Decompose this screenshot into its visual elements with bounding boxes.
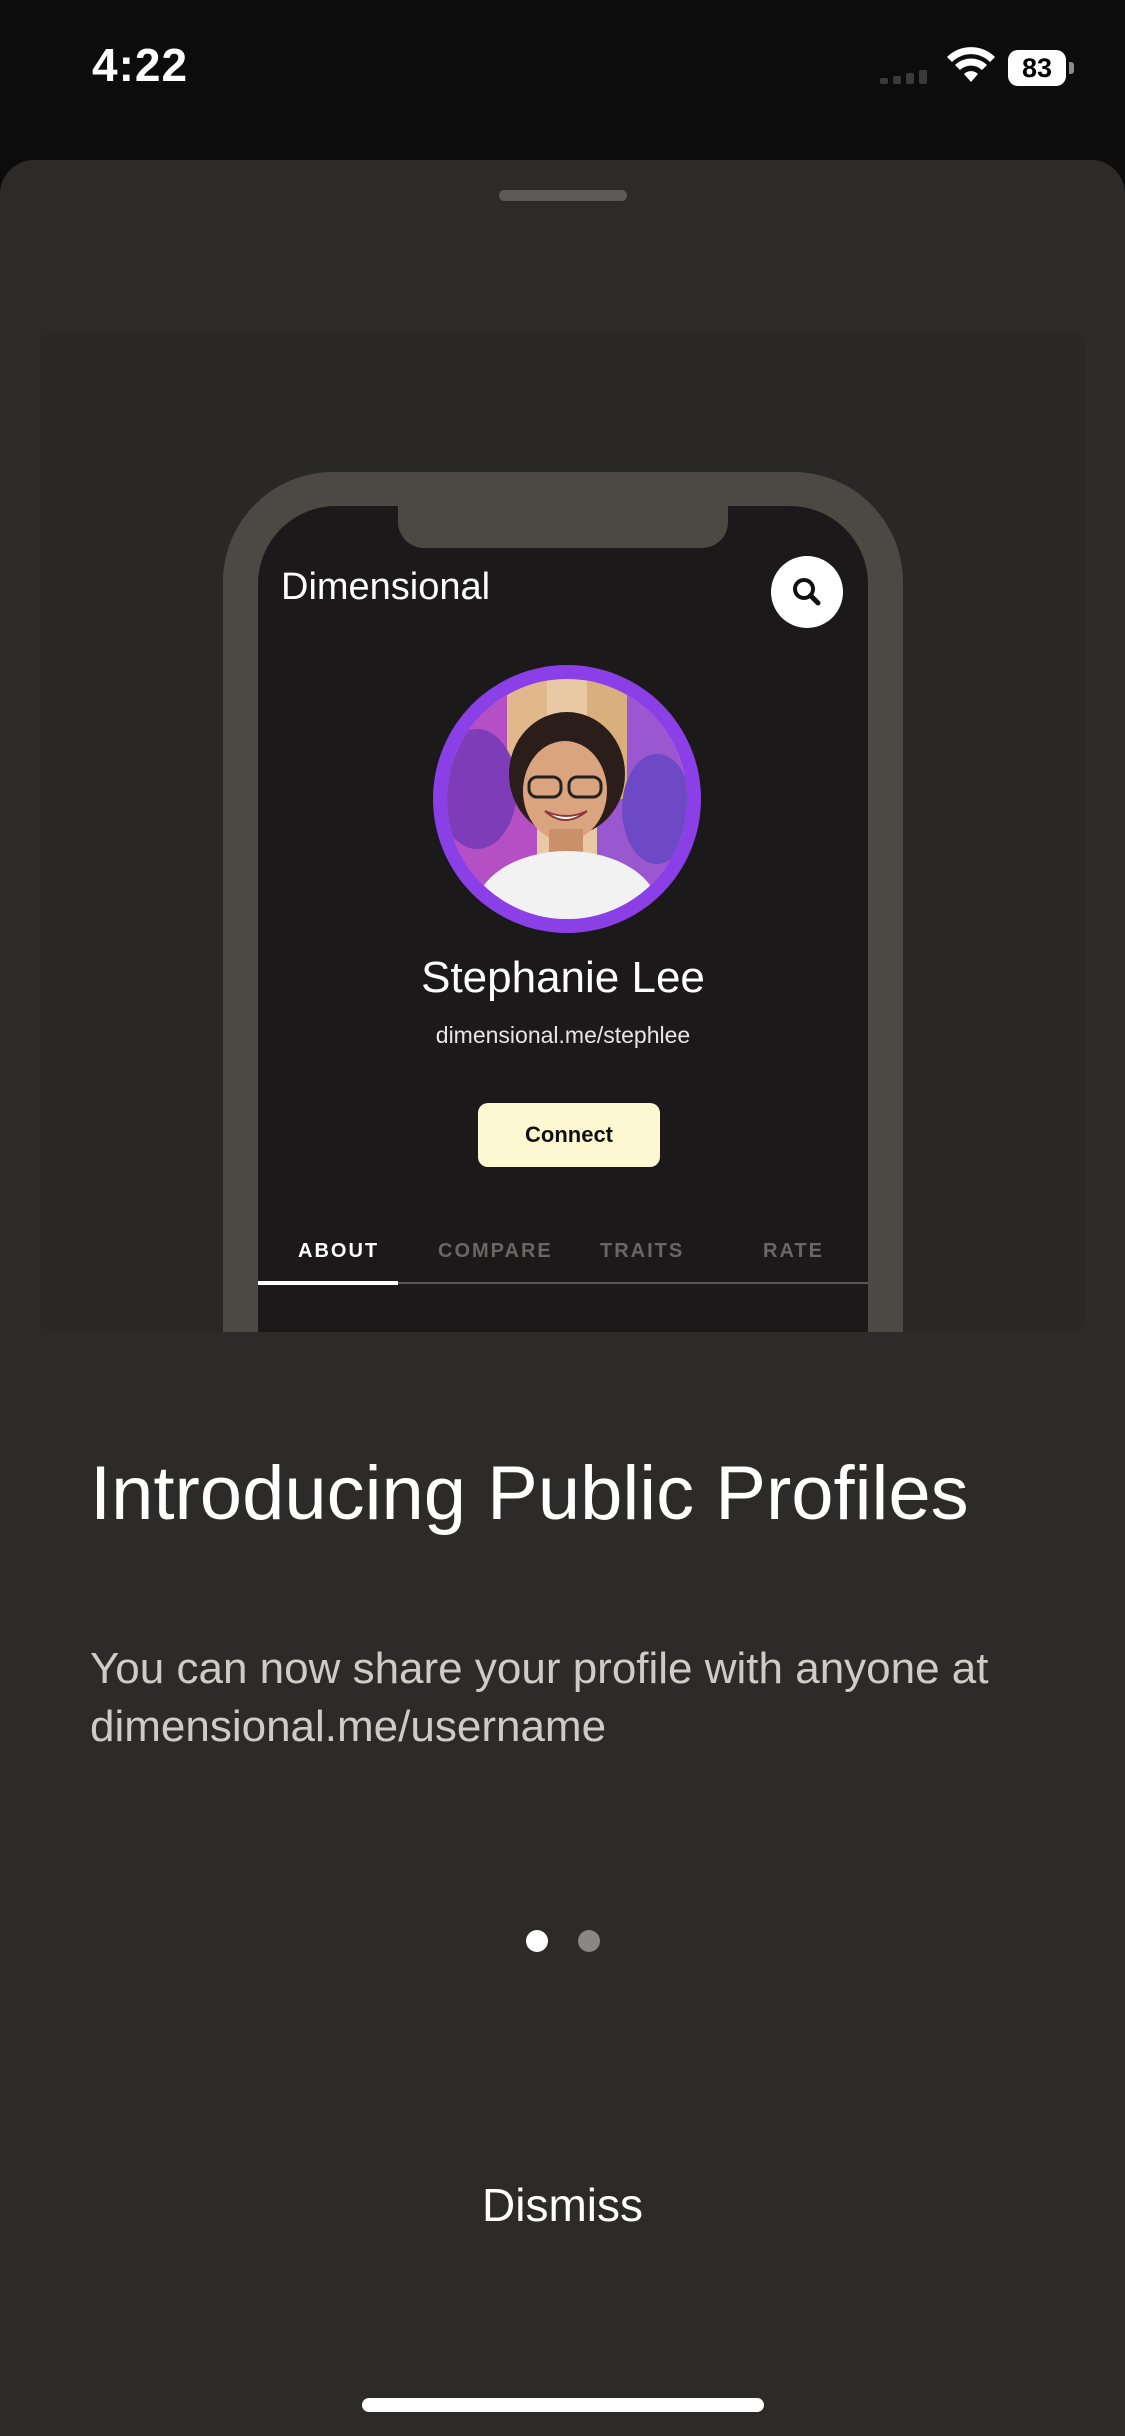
profile-url: dimensional.me/stephlee: [435, 1022, 691, 1048]
profile-tabs: ABOUT COMPARE TRAITS RATE: [258, 1226, 868, 1286]
bottom-sheet: Dimensional Stephanie Lee dimensional.me…: [0, 160, 1125, 2436]
home-indicator: [362, 2398, 764, 2412]
dismiss-button[interactable]: Dismiss: [0, 2178, 1125, 2232]
tab-traits: TRAITS: [600, 1240, 685, 1262]
profile-preview-image: Dimensional Stephanie Lee dimensional.me…: [40, 332, 1085, 1332]
battery-level: 83: [1008, 50, 1066, 86]
battery-icon: 83: [1008, 50, 1074, 86]
page-indicator[interactable]: [0, 1930, 1125, 1954]
phone-notch: [398, 506, 728, 548]
active-tab-indicator: [258, 1281, 398, 1285]
status-bar: 4:22 83: [0, 0, 1125, 150]
avatar-ring: [433, 665, 701, 933]
wifi-icon: [947, 47, 995, 82]
headline: Introducing Public Profiles: [90, 1451, 969, 1536]
description: You can now share your profile with anyo…: [90, 1644, 989, 1751]
page-dot-active[interactable]: [526, 1930, 548, 1952]
tab-rate: RATE: [763, 1240, 824, 1262]
phone-screen: Dimensional Stephanie Lee dimensional.me…: [258, 506, 868, 1332]
avatar: [447, 679, 687, 919]
signal-icon: [880, 70, 930, 84]
search-icon: [793, 578, 821, 606]
connect-button: Connect: [478, 1103, 660, 1167]
tab-about: ABOUT: [298, 1240, 380, 1262]
sheet-grabber[interactable]: [499, 190, 627, 201]
screen: 4:22 83 Dimensional Stephanie Lee dimens…: [0, 0, 1125, 2436]
app-title: Dimensional: [281, 566, 491, 608]
profile-name: Stephanie Lee: [421, 953, 705, 1002]
phone-mockup: Dimensional Stephanie Lee dimensional.me…: [223, 472, 903, 1332]
search-button: [771, 556, 843, 628]
tab-compare: COMPARE: [438, 1240, 553, 1262]
page-dot[interactable]: [578, 1930, 600, 1952]
status-time: 4:22: [92, 39, 189, 91]
